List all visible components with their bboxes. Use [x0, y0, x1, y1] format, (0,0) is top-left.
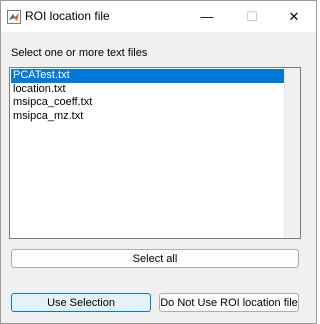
window-title: ROI location file	[25, 9, 110, 23]
dialog-window: ROI location file — ☐ ✕ Select one or mo…	[0, 0, 317, 324]
maximize-button[interactable]: ☐	[229, 1, 275, 32]
list-item[interactable]: msipca_mz.txt	[11, 110, 284, 124]
minimize-button[interactable]: —	[184, 1, 230, 32]
use-selection-button[interactable]: Use Selection	[11, 293, 151, 312]
select-all-button[interactable]: Select all	[11, 249, 299, 268]
matlab-app-icon	[7, 10, 21, 24]
list-item[interactable]: PCATest.txt	[11, 69, 284, 83]
title-bar[interactable]: ROI location file — ☐ ✕	[1, 1, 316, 32]
list-item[interactable]: msipca_coeff.txt	[11, 96, 284, 110]
maximize-icon: ☐	[246, 8, 258, 24]
file-prompt-label: Select one or more text files	[11, 47, 148, 59]
list-item[interactable]: location.txt	[11, 83, 284, 97]
close-button[interactable]: ✕	[271, 1, 317, 32]
do-not-use-roi-button[interactable]: Do Not Use ROI location file	[159, 293, 299, 312]
vertical-scrollbar[interactable]	[284, 68, 300, 238]
minimize-icon: —	[200, 9, 214, 24]
close-icon: ✕	[288, 8, 300, 24]
file-listbox[interactable]: PCATest.txt location.txt msipca_coeff.tx…	[9, 67, 301, 239]
